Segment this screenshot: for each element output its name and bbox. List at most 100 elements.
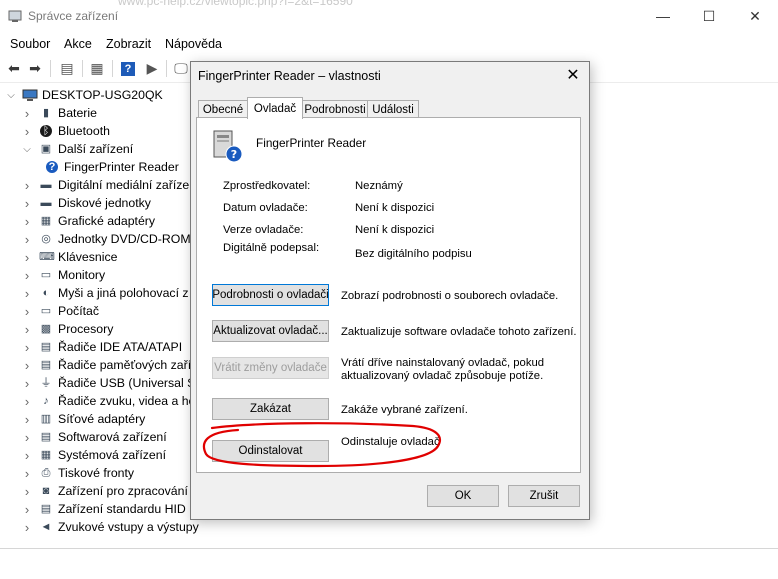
tree-item-label: Monitory [58,268,106,282]
close-button[interactable]: ✕ [732,0,778,32]
tab-ovladac[interactable]: Ovladač [247,97,303,119]
chevron-right-icon[interactable]: › [22,502,32,517]
tree-child-item[interactable]: ? FingerPrinter Reader [40,158,179,176]
tab-podrobnosti[interactable]: Podrobnosti [302,100,368,118]
tree-category-item[interactable]: › ⏚ Řadiče USB (Universal Se [22,374,202,392]
ide-controller-icon-glyph: ▤ [40,341,52,353]
tree-category-item[interactable]: › ▥ Síťové adaptéry [22,410,146,428]
tree-category-item[interactable]: › ▦ Systémová zařízení [22,446,166,464]
chevron-right-icon[interactable]: › [22,322,32,337]
maximize-button[interactable]: ☐ [686,0,732,32]
display-adapter-icon: ▦ [38,214,54,228]
chevron-down-icon[interactable]: ⌵ [22,144,32,155]
chevron-right-icon[interactable]: › [22,394,32,409]
tree-category-item[interactable]: › ⌨ Klávesnice [22,248,118,266]
menu-napoveda[interactable]: Nápověda [165,37,222,51]
tree-category-item[interactable]: › ♪ Řadiče zvuku, videa a he [22,392,196,410]
tree-category-item[interactable]: › ▭ Počítač [22,302,99,320]
other-devices-icon-glyph: ▣ [40,143,52,155]
chevron-right-icon[interactable]: › [22,268,32,283]
device-name: FingerPrinter Reader [256,136,367,150]
tree-category-item[interactable]: › ▬ Diskové jednotky [22,194,151,212]
tree-category-item[interactable]: › ◙ Zařízení pro zpracování [22,482,188,500]
tree-item-label: Počítač [58,304,100,318]
dvd-drive-icon: ◎ [38,232,54,246]
tree-category-item[interactable]: › ▦ Grafické adaptéry [22,212,155,230]
tree-view-icon: ▤ [60,60,74,76]
menu-zobrazit[interactable]: Zobrazit [106,37,151,51]
chevron-right-icon[interactable]: › [22,250,32,265]
tree-item-label: Grafické adaptéry [58,214,156,228]
chevron-right-icon[interactable]: › [22,376,32,391]
disable-device-button[interactable]: Zakázat [212,398,329,420]
tree-category-item[interactable]: › ▤ Řadiče paměťových zaří [22,356,191,374]
tree-item-label: Digitální mediální zaříze [58,178,190,192]
chevron-right-icon[interactable]: › [22,412,32,427]
back-button[interactable]: ⬅ [5,60,23,77]
properties-button[interactable]: ▦ [88,60,106,77]
tree-category-item[interactable]: › ▤ Řadiče IDE ATA/ATAPI [22,338,182,356]
chevron-right-icon[interactable]: › [22,430,32,445]
hid-icon-glyph: ▤ [40,503,52,515]
imaging-device-icon: ◙ [38,484,54,498]
chevron-right-icon[interactable]: › [22,214,32,229]
minimize-button[interactable]: — [640,0,686,32]
tree-category-item[interactable]: › ▮ Baterie [22,104,97,122]
tree-category-item[interactable]: › ◎ Jednotky DVD/CD-ROM [22,230,191,248]
monitor-icon: ▭ [38,268,54,282]
prop-value-date: Není k dispozici [355,202,435,214]
tree-category-item[interactable]: › ▤ Zařízení standardu HID [22,500,186,518]
tree-category-item[interactable]: › ⎙ Tiskové fronty [22,464,134,482]
chevron-right-icon[interactable]: › [22,178,32,193]
ok-button[interactable]: OK [427,485,499,507]
unknown-device-icon: ? [210,129,244,166]
tree-category-item[interactable]: › ◐ Myši a jiná polohovací z [22,284,189,302]
tree-item-label: Procesory [58,322,114,336]
tree-category-item[interactable]: › ▤ Softwarová zařízení [22,428,167,446]
chevron-right-icon[interactable]: › [22,304,32,319]
chevron-right-icon[interactable]: › [22,358,32,373]
chevron-right-icon[interactable]: › [22,448,32,463]
tree-category-item[interactable]: › ▬ Digitální mediální zaříze [22,176,189,194]
chevron-right-icon[interactable]: › [22,124,32,139]
tree-item-label: Řadiče IDE ATA/ATAPI [58,340,183,354]
tab-udalosti[interactable]: Události [367,100,419,118]
speaker-icon-glyph: ◄ [40,521,52,533]
tree-category-item[interactable]: › ▩ Procesory [22,320,114,338]
background-url-text: www.pc-help.cz/viewtopic.php?f=2&t=16590 [118,0,353,8]
prop-value-provider: Neznámý [355,180,403,192]
tree-item-label: Řadiče zvuku, videa a he [58,394,196,408]
disk-drive-icon: ▬ [38,196,54,210]
scan-hardware-button[interactable]: 🖵 [172,60,190,77]
update-driver-button[interactable]: Aktualizovat ovladač... [212,320,329,342]
chevron-right-icon[interactable]: › [22,286,32,301]
chevron-right-icon[interactable]: › [22,466,32,481]
forward-button[interactable]: ➡ [26,60,44,77]
chevron-right-icon[interactable]: › [22,106,32,121]
update-driver-desc: Zaktualizuje software ovladače tohoto za… [341,326,577,338]
help-button[interactable]: ? [119,60,137,77]
mouse-icon: ◐ [38,286,54,300]
show-hide-tree-button[interactable]: ▤ [58,60,76,77]
tree-category-item[interactable]: ⌵ ▣ Další zařízení [22,140,133,158]
menu-akce[interactable]: Akce [64,37,92,51]
tree-category-item[interactable]: › ▭ Monitory [22,266,105,284]
system-device-icon: ▦ [38,448,54,462]
tree-item-label: Řadiče USB (Universal Se [58,376,203,390]
disable-device-desc: Zakáže vybrané zařízení. [341,404,468,416]
chevron-right-icon[interactable]: › [22,484,32,499]
tree-category-item[interactable]: › ◄ Zvukové vstupy a výstupy [22,518,199,536]
tree-root[interactable]: ⌵ DESKTOP-USG20QK [6,86,163,104]
action-button[interactable]: ▶ [143,60,161,77]
dialog-close-button[interactable]: ✕ [562,64,584,86]
chevron-right-icon[interactable]: › [22,196,32,211]
menu-soubor[interactable]: Soubor [10,37,50,51]
chevron-right-icon[interactable]: › [22,340,32,355]
tree-category-item[interactable]: › ᛒ Bluetooth [22,122,110,140]
svg-text:?: ? [231,148,237,161]
driver-details-button[interactable]: Podrobnosti o ovladači [212,284,329,306]
chevron-right-icon[interactable]: › [22,520,32,535]
cancel-button[interactable]: Zrušit [508,485,580,507]
chevron-right-icon[interactable]: › [22,232,32,247]
tab-obecne[interactable]: Obecné [198,100,248,118]
